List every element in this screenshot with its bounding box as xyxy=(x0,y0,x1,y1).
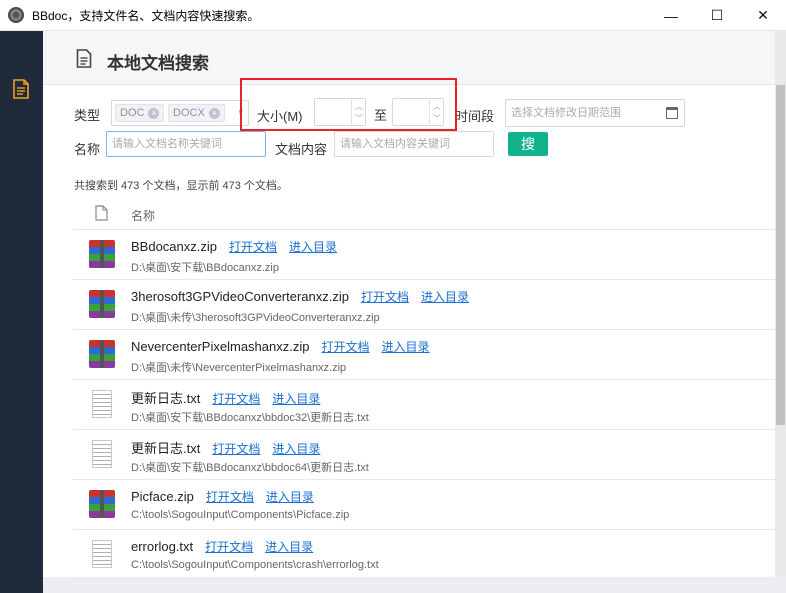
file-name: 3herosoft3GPVideoConverteranxz.zip xyxy=(131,289,349,304)
page-title: 本地文档搜索 xyxy=(107,54,209,73)
result-summary: 共搜索到 473 个文档，显示前 473 个文档。 xyxy=(74,180,288,192)
open-directory-link[interactable]: 进入目录 xyxy=(381,340,429,354)
text-file-icon xyxy=(92,390,112,418)
name-placeholder: 请输入文档名称关键词 xyxy=(112,138,222,150)
content-input[interactable]: 请输入文档内容关键词 xyxy=(334,131,494,157)
scrollbar[interactable] xyxy=(775,31,786,577)
window-controls: — ☐ ✕ xyxy=(648,0,786,31)
open-document-link[interactable]: 打开文档 xyxy=(321,340,369,354)
file-path: C:\tools\SogouInput\Components\Picface.z… xyxy=(131,509,350,521)
title-bar: BBdoc，支持文件名、文档内容快速搜索。 — ☐ ✕ xyxy=(0,0,786,31)
text-file-icon xyxy=(92,540,112,568)
column-name-header: 名称 xyxy=(131,209,156,223)
open-directory-link[interactable]: 进入目录 xyxy=(421,290,469,304)
list-header: 名称 xyxy=(73,196,775,230)
file-icon xyxy=(95,205,108,221)
list-item: errorlog.txt 打开文档 进入目录 C:\tools\SogouInput… xyxy=(73,530,775,580)
file-name-line: 更新日志.txt 打开文档 进入目录 xyxy=(131,438,320,457)
result-list: BBdocanxz.zip 打开文档 进入目录 D:\桌面\安下载\BBdocanx… xyxy=(73,230,775,580)
file-path: C:\tools\SogouInput\Components\crash\err… xyxy=(131,559,379,571)
open-directory-link[interactable]: 进入目录 xyxy=(289,240,337,254)
content-label: 文档内容 xyxy=(275,142,328,157)
archive-icon xyxy=(89,240,115,268)
file-path: D:\桌面\安下载\BBdocanxz\bbdoc32\更新日志.txt xyxy=(131,412,369,424)
list-item: 更新日志.txt 打开文档 进入目录 D:\桌面\安下载\BBdocanxz\bbd… xyxy=(73,430,775,480)
file-name-line: Picface.zip 打开文档 进入目录 xyxy=(131,488,314,505)
type-tag-docx[interactable]: DOCX × xyxy=(168,104,225,122)
file-name-line: 3herosoft3GPVideoConverteranxz.zip 打开文档 进入… xyxy=(131,288,469,305)
open-document-link[interactable]: 打开文档 xyxy=(212,392,260,406)
date-range-input[interactable]: 选择文档修改日期范围 xyxy=(505,99,685,127)
file-name: errorlog.txt xyxy=(131,539,194,554)
file-name: Picface.zip xyxy=(131,489,194,504)
document-icon xyxy=(76,49,92,68)
minimize-button[interactable]: — xyxy=(648,0,694,31)
archive-icon xyxy=(89,340,115,368)
type-tag-label: DOC xyxy=(120,107,145,119)
highlight-box xyxy=(240,78,457,131)
window-title: BBdoc，支持文件名、文档内容快速搜索。 xyxy=(32,8,260,23)
list-item: 更新日志.txt 打开文档 进入目录 D:\桌面\安下载\BBdocanxz\bbd… xyxy=(73,380,775,430)
file-name-line: errorlog.txt 打开文档 进入目录 xyxy=(131,538,313,555)
open-document-link[interactable]: 打开文档 xyxy=(205,540,253,554)
file-name-line: BBdocanxz.zip 打开文档 进入目录 xyxy=(131,238,337,255)
file-path: D:\桌面\安下载\BBdocanxz.zip xyxy=(131,262,279,274)
list-item: 3herosoft3GPVideoConverteranxz.zip 打开文档 进入… xyxy=(73,280,775,330)
content-placeholder: 请输入文档内容关键词 xyxy=(340,138,450,150)
file-path: D:\桌面\未传\3herosoft3GPVideoConverteranxz.… xyxy=(131,312,380,324)
text-file-icon xyxy=(92,440,112,468)
date-range-placeholder: 选择文档修改日期范围 xyxy=(511,107,621,119)
close-button[interactable]: ✕ xyxy=(740,0,786,31)
open-document-link[interactable]: 打开文档 xyxy=(206,490,254,504)
archive-icon xyxy=(89,490,115,518)
app-logo-icon xyxy=(8,7,24,23)
open-document-link[interactable]: 打开文档 xyxy=(212,442,260,456)
main-area: 本地文档搜索 类型 DOC × DOCX × ∨ 大小(M) ︿ ﹀ 至 ︿ ﹀… xyxy=(43,31,786,593)
name-label: 名称 xyxy=(74,142,101,157)
file-path: D:\桌面\安下载\BBdocanxz\bbdoc64\更新日志.txt xyxy=(131,462,369,474)
type-select[interactable]: DOC × DOCX × ∨ xyxy=(111,100,249,126)
list-item: NevercenterPixelmashanxz.zip 打开文档 进入目录 D:\… xyxy=(73,330,775,380)
file-name: BBdocanxz.zip xyxy=(131,239,217,254)
file-name-line: NevercenterPixelmashanxz.zip 打开文档 进入目录 xyxy=(131,338,430,355)
archive-icon xyxy=(89,290,115,318)
list-item: Picface.zip 打开文档 进入目录 C:\tools\SogouInput\… xyxy=(73,480,775,530)
open-directory-link[interactable]: 进入目录 xyxy=(272,392,320,406)
file-name-line: 更新日志.txt 打开文档 进入目录 xyxy=(131,388,320,407)
open-directory-link[interactable]: 进入目录 xyxy=(265,540,313,554)
time-label: 时间段 xyxy=(455,109,495,124)
open-directory-link[interactable]: 进入目录 xyxy=(266,490,314,504)
open-directory-link[interactable]: 进入目录 xyxy=(272,442,320,456)
search-panel: 本地文档搜索 类型 DOC × DOCX × ∨ 大小(M) ︿ ﹀ 至 ︿ ﹀… xyxy=(43,31,775,580)
maximize-button[interactable]: ☐ xyxy=(694,0,740,31)
calendar-icon[interactable] xyxy=(666,107,678,119)
name-input[interactable]: 请输入文档名称关键词 xyxy=(106,131,266,157)
file-path: D:\桌面\未传\NevercenterPixelmashanxz.zip xyxy=(131,362,347,374)
tag-close-icon[interactable]: × xyxy=(208,107,220,119)
file-name: 更新日志.txt xyxy=(131,441,201,456)
type-tag-doc[interactable]: DOC × xyxy=(115,104,165,122)
open-document-link[interactable]: 打开文档 xyxy=(361,290,409,304)
type-tag-label: DOCX xyxy=(173,107,205,119)
left-nav xyxy=(0,31,43,593)
file-name: NevercenterPixelmashanxz.zip xyxy=(131,339,310,354)
search-button[interactable]: 搜 xyxy=(508,132,548,156)
tag-close-icon[interactable]: × xyxy=(148,107,160,119)
document-icon[interactable] xyxy=(12,79,30,99)
list-item: BBdocanxz.zip 打开文档 进入目录 D:\桌面\安下载\BBdocanx… xyxy=(73,230,775,280)
scroll-thumb[interactable] xyxy=(776,85,785,425)
open-document-link[interactable]: 打开文档 xyxy=(229,240,277,254)
file-name: 更新日志.txt xyxy=(131,391,201,406)
panel-header: 本地文档搜索 xyxy=(43,31,775,85)
type-label: 类型 xyxy=(74,108,101,123)
